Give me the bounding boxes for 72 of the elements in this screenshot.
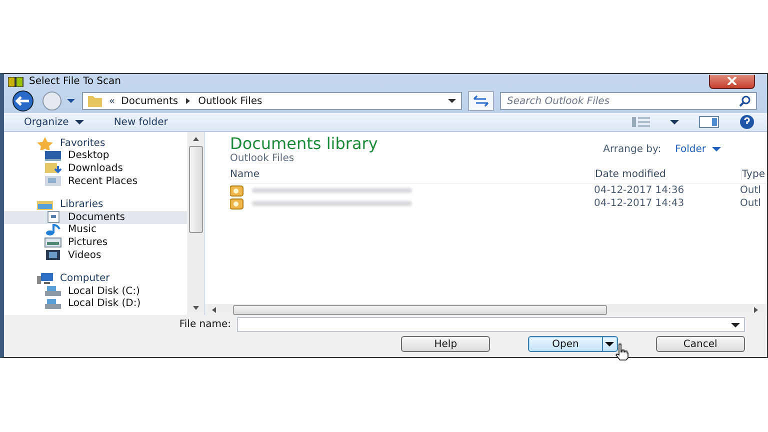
sidebar-group[interactable]: Favorites bbox=[8, 137, 187, 150]
scroll-down-icon[interactable] bbox=[192, 305, 200, 311]
window-title: Select File To Scan bbox=[29, 76, 121, 87]
chevron-icon[interactable] bbox=[184, 97, 192, 105]
download-icon bbox=[44, 162, 62, 174]
sidebar-item[interactable]: Local Disk (C:) bbox=[4, 284, 187, 298]
arrange-dropdown[interactable]: Folder bbox=[675, 144, 721, 154]
table-cell-text: Outl bbox=[740, 185, 762, 196]
sidebar-item[interactable]: Music bbox=[4, 224, 187, 236]
file-icon bbox=[230, 184, 246, 196]
app-icon bbox=[8, 76, 24, 86]
breadcrumb[interactable]: Outlook Files bbox=[198, 96, 262, 106]
pictures-icon bbox=[44, 236, 62, 248]
file-name-field[interactable] bbox=[237, 317, 745, 332]
sidebar-item[interactable]: Documents bbox=[4, 210, 187, 224]
library-subtitle: Outlook Files bbox=[230, 153, 296, 164]
close-icon bbox=[727, 77, 737, 85]
library-icon bbox=[36, 198, 54, 212]
arrange-label: Arrange by: bbox=[603, 144, 662, 154]
dialog-button[interactable]: Help bbox=[401, 336, 490, 352]
column-header[interactable]: Name bbox=[230, 169, 594, 180]
folder-icon bbox=[87, 94, 103, 108]
scroll-up-icon[interactable] bbox=[192, 136, 200, 142]
sidebar-item[interactable]: Local Disk (D:) bbox=[4, 298, 187, 310]
sidebar-item[interactable]: Desktop bbox=[4, 150, 187, 162]
caret-icon bbox=[74, 119, 84, 125]
preview-pane-icon[interactable] bbox=[699, 116, 719, 128]
dropdown-icon[interactable] bbox=[447, 97, 457, 105]
hand-cursor-icon bbox=[614, 343, 629, 361]
search-icon[interactable] bbox=[739, 95, 751, 107]
sidebar-item[interactable]: Recent Places bbox=[4, 174, 187, 188]
file-icon bbox=[230, 198, 246, 210]
help-icon[interactable] bbox=[739, 114, 755, 130]
table-cell-text: 04-12-2017 14:43 bbox=[594, 198, 686, 209]
close-button[interactable] bbox=[709, 74, 755, 88]
music-icon bbox=[44, 224, 62, 236]
sidebar-item[interactable]: Pictures bbox=[4, 236, 187, 249]
video-icon bbox=[44, 249, 62, 262]
breadcrumb[interactable]: Documents bbox=[121, 96, 178, 106]
scroll-thumb[interactable] bbox=[188, 146, 202, 233]
column-header[interactable]: Type bbox=[741, 169, 767, 180]
column-header[interactable]: Date modified bbox=[594, 169, 741, 180]
table-cell-text: 04-12-2017 14:36 bbox=[594, 185, 686, 196]
scroll-right-icon[interactable] bbox=[753, 306, 759, 314]
table-cell-text: Outl bbox=[740, 198, 762, 209]
toolbar-button[interactable]: New folder bbox=[114, 116, 168, 128]
recent-icon bbox=[44, 175, 62, 188]
caret-icon[interactable] bbox=[670, 119, 679, 125]
caret-icon bbox=[712, 146, 721, 152]
desktop-icon bbox=[44, 150, 62, 162]
file-name-label: File name: bbox=[178, 319, 232, 330]
search-field[interactable]: Search Outlook Files bbox=[500, 92, 757, 110]
sidebar-item[interactable]: Videos bbox=[4, 248, 187, 262]
caret-icon bbox=[605, 341, 614, 347]
computer-icon bbox=[36, 272, 54, 286]
disk-icon bbox=[44, 298, 62, 310]
address-bar[interactable]: « Documents Outlook Files bbox=[82, 92, 462, 110]
dropdown-icon[interactable] bbox=[731, 322, 740, 328]
library-title: Documents library bbox=[230, 134, 378, 153]
vertical-scrollbar[interactable] bbox=[187, 132, 204, 315]
sidebar-group[interactable]: Libraries bbox=[8, 198, 187, 211]
overflow-chevron[interactable]: « bbox=[109, 96, 116, 106]
sidebar-item[interactable]: Downloads bbox=[4, 162, 187, 175]
scroll-left-icon[interactable] bbox=[211, 306, 217, 314]
scroll-thumb[interactable] bbox=[233, 304, 607, 314]
sidebar-group[interactable]: Computer bbox=[8, 272, 187, 285]
disk-icon bbox=[44, 285, 62, 298]
refresh-icon[interactable] bbox=[468, 91, 494, 111]
toolbar-button[interactable]: Organize bbox=[24, 116, 84, 128]
dialog-button[interactable]: Cancel bbox=[656, 336, 745, 352]
horizontal-scrollbar[interactable] bbox=[205, 304, 767, 315]
star-icon bbox=[36, 136, 54, 150]
